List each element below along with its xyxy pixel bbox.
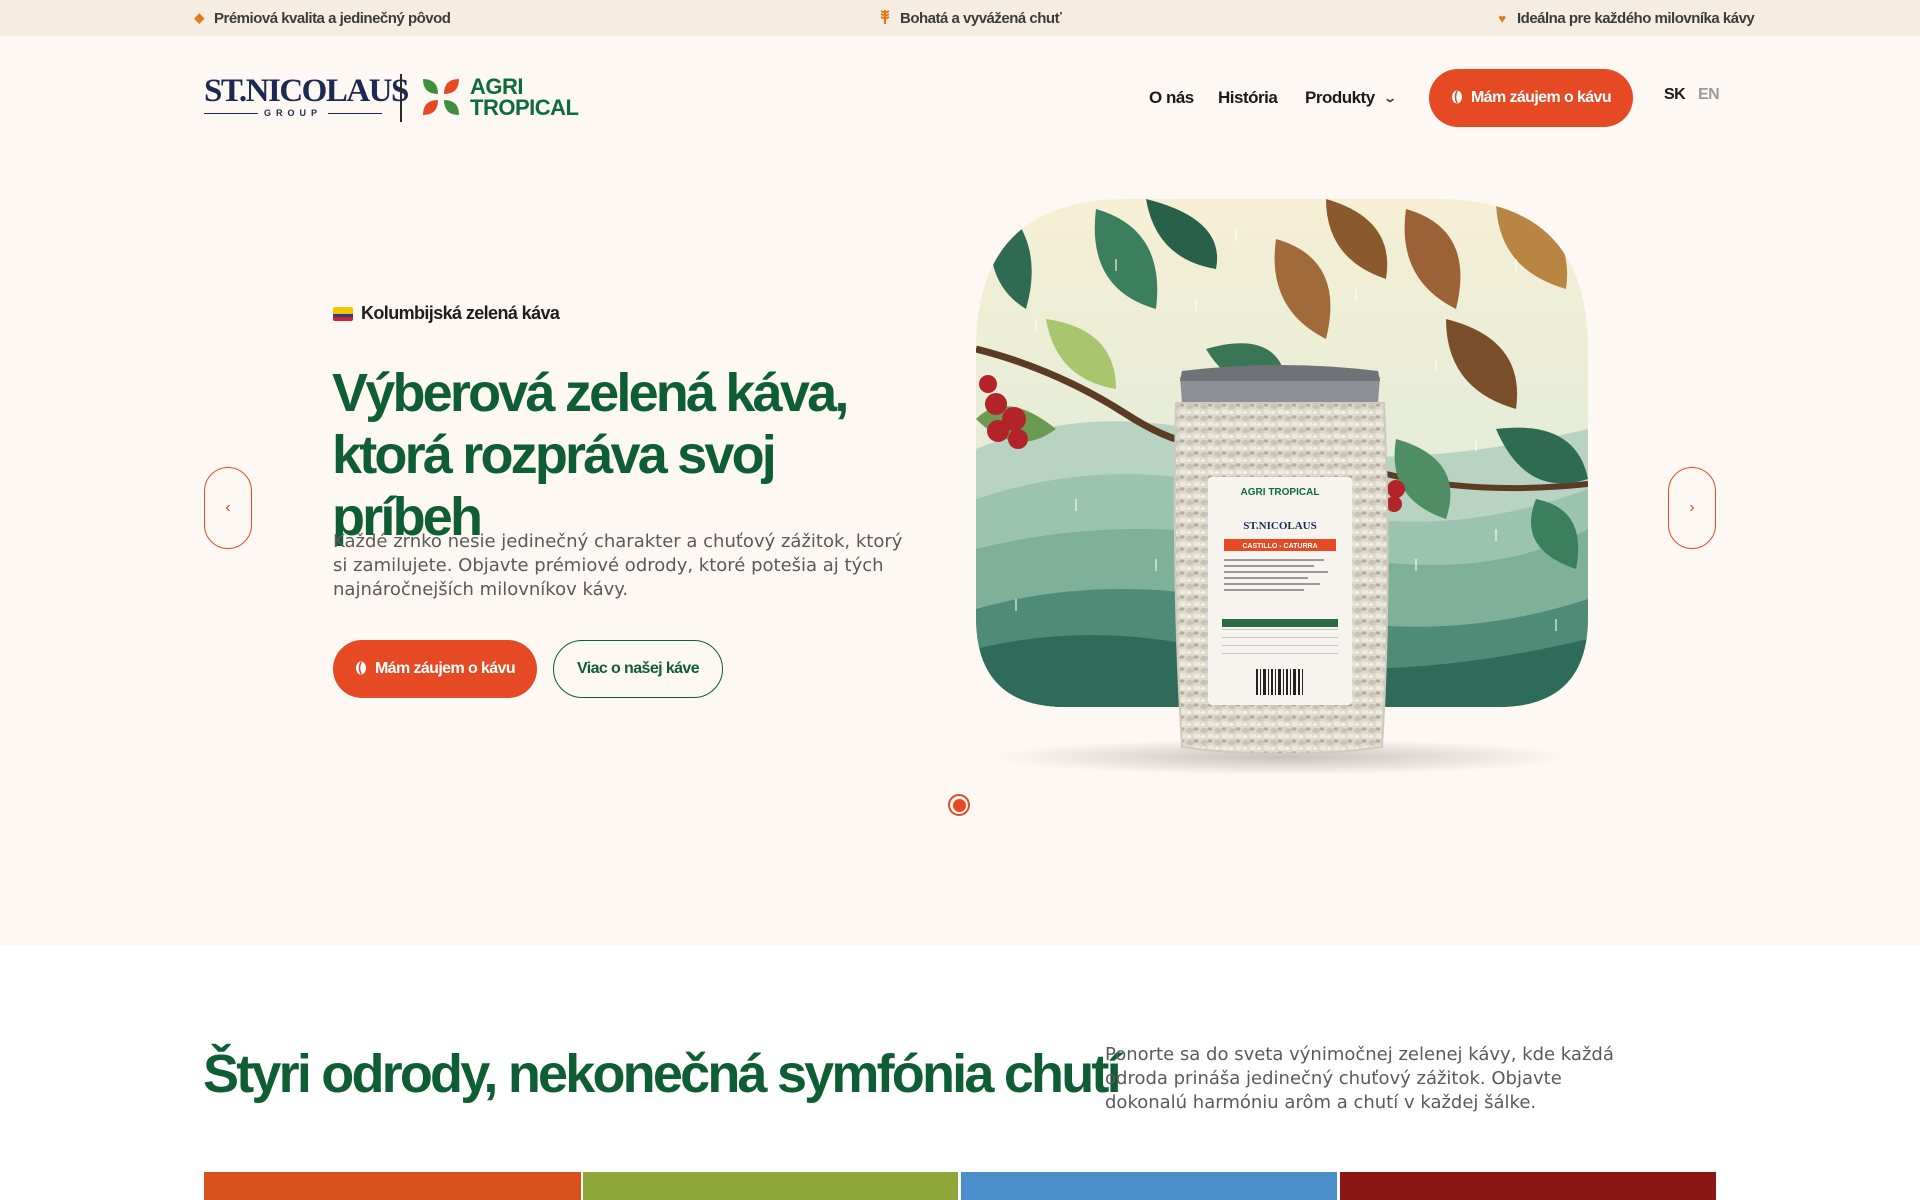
nav-products[interactable]: Produkty ⌄: [1305, 86, 1397, 110]
announcement-item: ♥ Ideálna pre každého milovníka kávy: [1495, 0, 1754, 36]
bag-brand-text: ST.NICOLAUS: [1243, 520, 1316, 532]
announcement-bar: ◆ Prémiová kvalita a jedinečný pôvod Boh…: [0, 0, 1920, 36]
announcement-text: Ideálna pre každého milovníka kávy: [1517, 9, 1755, 27]
lang-sk[interactable]: SK: [1664, 86, 1686, 104]
varieties-description: Ponorte sa do sveta výnimočnej zelenej k…: [1105, 1044, 1614, 1113]
slider-dot-active[interactable]: [948, 794, 970, 816]
variety-card-1[interactable]: [204, 1172, 581, 1200]
variety-card-3[interactable]: [961, 1172, 1337, 1200]
header-cta-button[interactable]: Mám záujem o kávu: [1429, 69, 1633, 127]
announcement-text: Prémiová kvalita a jedinečný pôvod: [214, 9, 451, 27]
hero-description: Každé zrnko nesie jedinečný charakter a …: [333, 531, 903, 600]
bag-agri-text: AGRI TROPICAL: [1241, 487, 1320, 498]
agri-line1: AGRI: [470, 74, 524, 99]
diamond-icon: ◆: [194, 10, 204, 25]
variety-card-2[interactable]: [583, 1172, 958, 1200]
chevron-right-icon: ›: [1689, 499, 1695, 516]
wheat-icon: [878, 9, 892, 28]
coffee-bag: AGRI TROPICAL ST.NICOLAUS CASTILLO - CAT…: [1173, 365, 1389, 755]
logo-name: ST.NICOLAUS: [204, 73, 409, 109]
variety-card-4[interactable]: [1340, 1172, 1716, 1200]
agri-line2: TROPICAL: [470, 95, 579, 120]
logo-sub: GROUP: [264, 108, 323, 118]
bag-variety-text: CASTILLO - CATURRA: [1242, 543, 1317, 550]
heart-icon: ♥: [1498, 10, 1506, 26]
announcement-text: Bohatá a vyvážená chuť: [900, 9, 1062, 27]
announcement-item: Bohatá a vyvážená chuť: [878, 0, 1062, 36]
slider-prev-button[interactable]: ‹: [204, 467, 252, 549]
nav-history[interactable]: História: [1218, 86, 1278, 110]
varieties-title: Štyri odrody, nekonečná symfónia chutí: [203, 1044, 1122, 1104]
more-about-coffee-button[interactable]: Viac o našej káve: [553, 640, 723, 698]
agri-leaf-icon: [423, 79, 459, 115]
agri-tropical-logo[interactable]: AGRI TROPICAL: [420, 74, 579, 120]
hero-cta-button[interactable]: Mám záujem o kávu: [333, 640, 537, 698]
hero-cta-label: Mám záujem o kávu: [374, 660, 516, 677]
colombia-flag-icon: [333, 306, 353, 321]
coffee-bean-icon: [355, 661, 367, 678]
hero-product-image: AGRI TROPICAL ST.NICOLAUS CASTILLO - CAT…: [976, 199, 1588, 779]
hero-title: Výberová zelená káva, ktorá rozpráva svo…: [332, 363, 849, 547]
st-nicolaus-logo[interactable]: ST.NICOLAUS GROUP: [204, 73, 409, 121]
coffee-bean-icon: [1451, 90, 1463, 107]
nav-about[interactable]: O nás: [1149, 86, 1194, 110]
lang-en[interactable]: EN: [1698, 86, 1720, 104]
nav-products-label: Produkty: [1305, 88, 1375, 107]
site-header: ST.NICOLAUS GROUP AGRI TROPICAL O nás Hi…: [0, 36, 1920, 160]
slider-next-button[interactable]: ›: [1668, 467, 1716, 549]
header-cta-label: Mám záujem o kávu: [1470, 89, 1612, 106]
origin-badge: Kolumbijská zelená káva: [333, 303, 560, 324]
origin-badge-label: Kolumbijská zelená káva: [361, 303, 560, 323]
logo-divider: [400, 74, 402, 122]
chevron-down-icon: ⌄: [1382, 91, 1397, 105]
announcement-item: ◆ Prémiová kvalita a jedinečný pôvod: [192, 0, 451, 36]
chevron-left-icon: ‹: [225, 499, 231, 516]
